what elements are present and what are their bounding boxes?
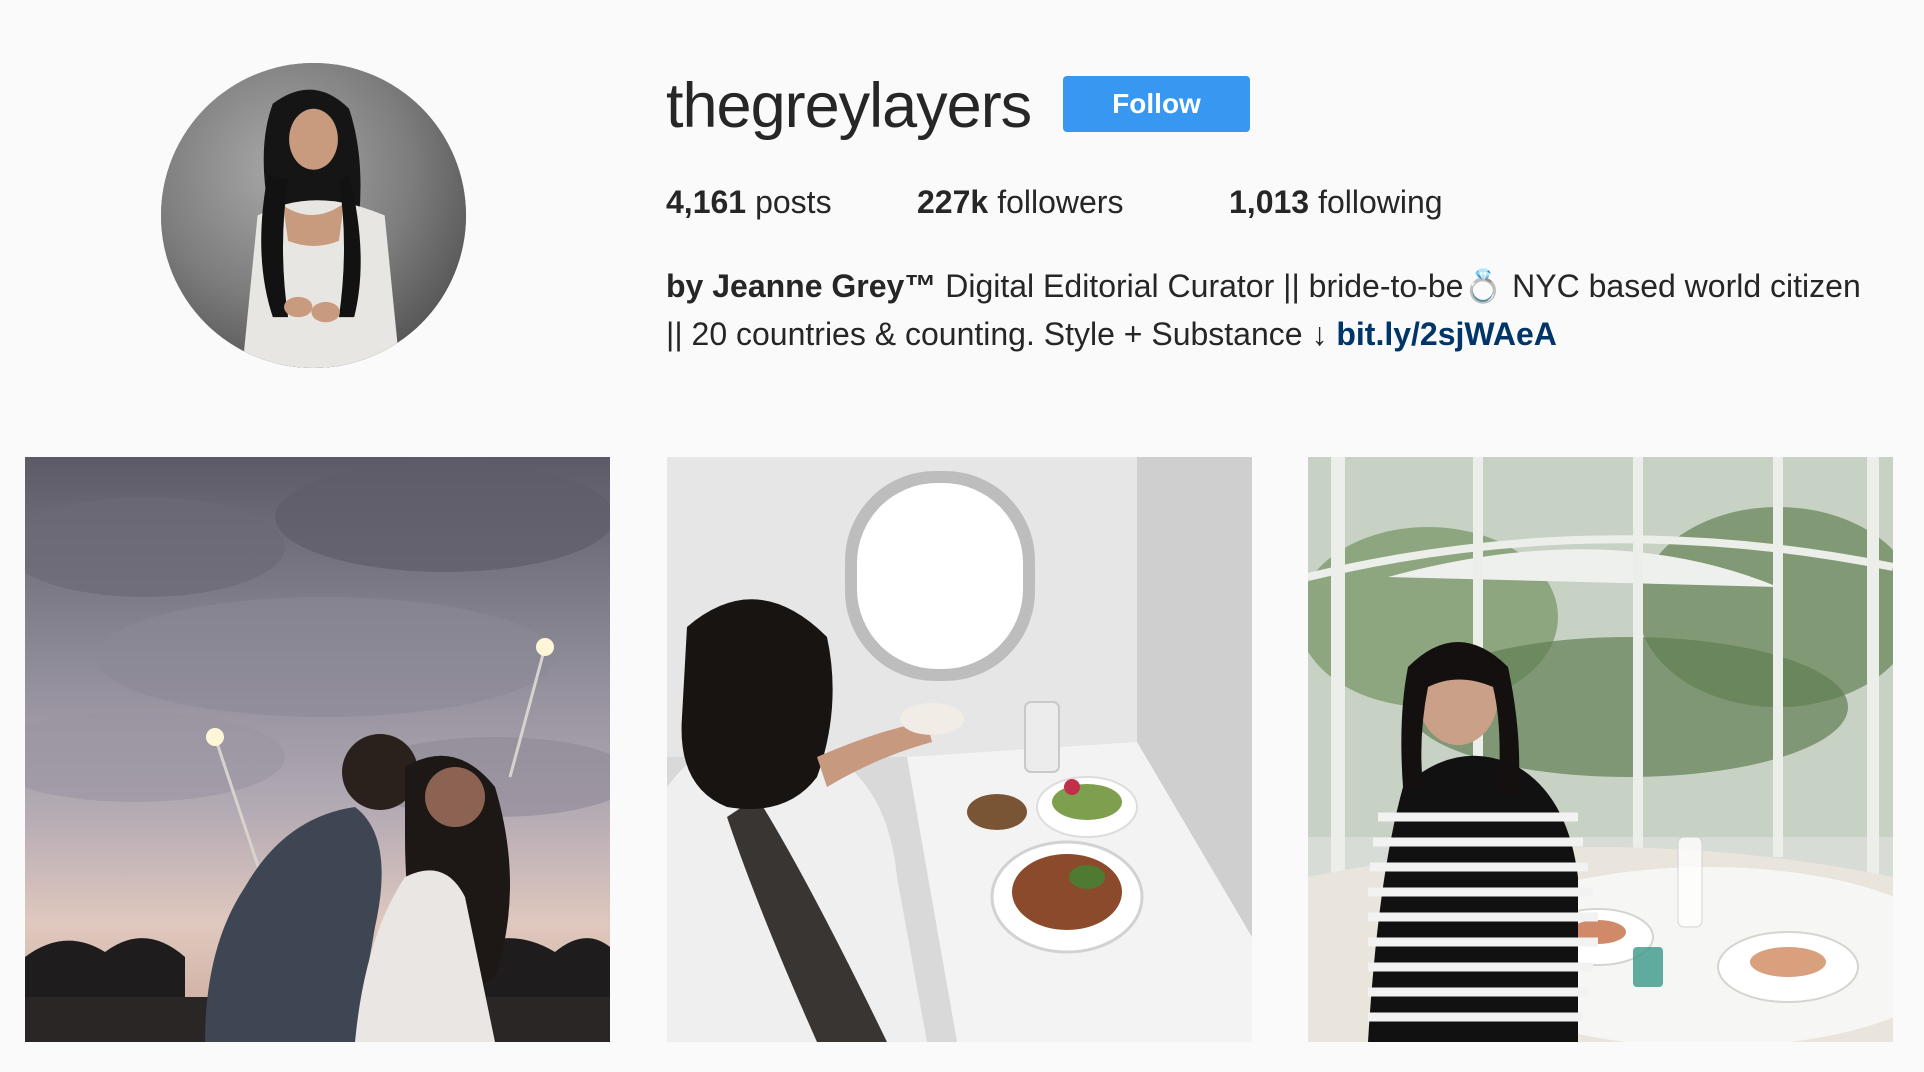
post-image-restaurant-dining [1308,457,1893,1042]
stat-followers[interactable]: 227k followers [917,182,1229,222]
post-thumbnail[interactable] [667,457,1252,1042]
post-image-couple-sparklers [25,457,610,1042]
bio-line-2: || 20 countries & counting. Style + Subs… [666,310,1916,358]
followers-label: followers [997,184,1124,220]
following-label: following [1318,184,1443,220]
bio-text-1: Digital Editorial Curator || bride-to-be… [936,268,1861,304]
stat-posts: 4,161 posts [666,182,917,222]
profile-stats: 4,161 posts 227k followers 1,013 followi… [666,182,1443,222]
bio-text-2: || 20 countries & counting. Style + Subs… [666,316,1337,352]
posts-label: posts [755,184,832,220]
post-thumbnail[interactable] [1308,457,1893,1042]
bio-name: by Jeanne Grey™ [666,268,937,304]
followers-count: 227k [917,184,989,220]
profile-avatar[interactable] [161,63,466,368]
post-image-airplane-meal [667,457,1252,1042]
post-thumbnail[interactable] [25,457,610,1042]
posts-count: 4,161 [666,184,747,220]
bio-link[interactable]: bit.ly/2sjWAeA [1336,316,1557,352]
stat-following[interactable]: 1,013 following [1229,182,1443,222]
follow-button[interactable]: Follow [1063,76,1250,132]
profile-username: thegreylayers [666,71,1032,141]
profile-bio: by Jeanne Grey™ Digital Editorial Curato… [666,262,1916,358]
bio-line-1: by Jeanne Grey™ Digital Editorial Curato… [666,262,1916,310]
following-count: 1,013 [1229,184,1310,220]
avatar-image [161,63,466,368]
